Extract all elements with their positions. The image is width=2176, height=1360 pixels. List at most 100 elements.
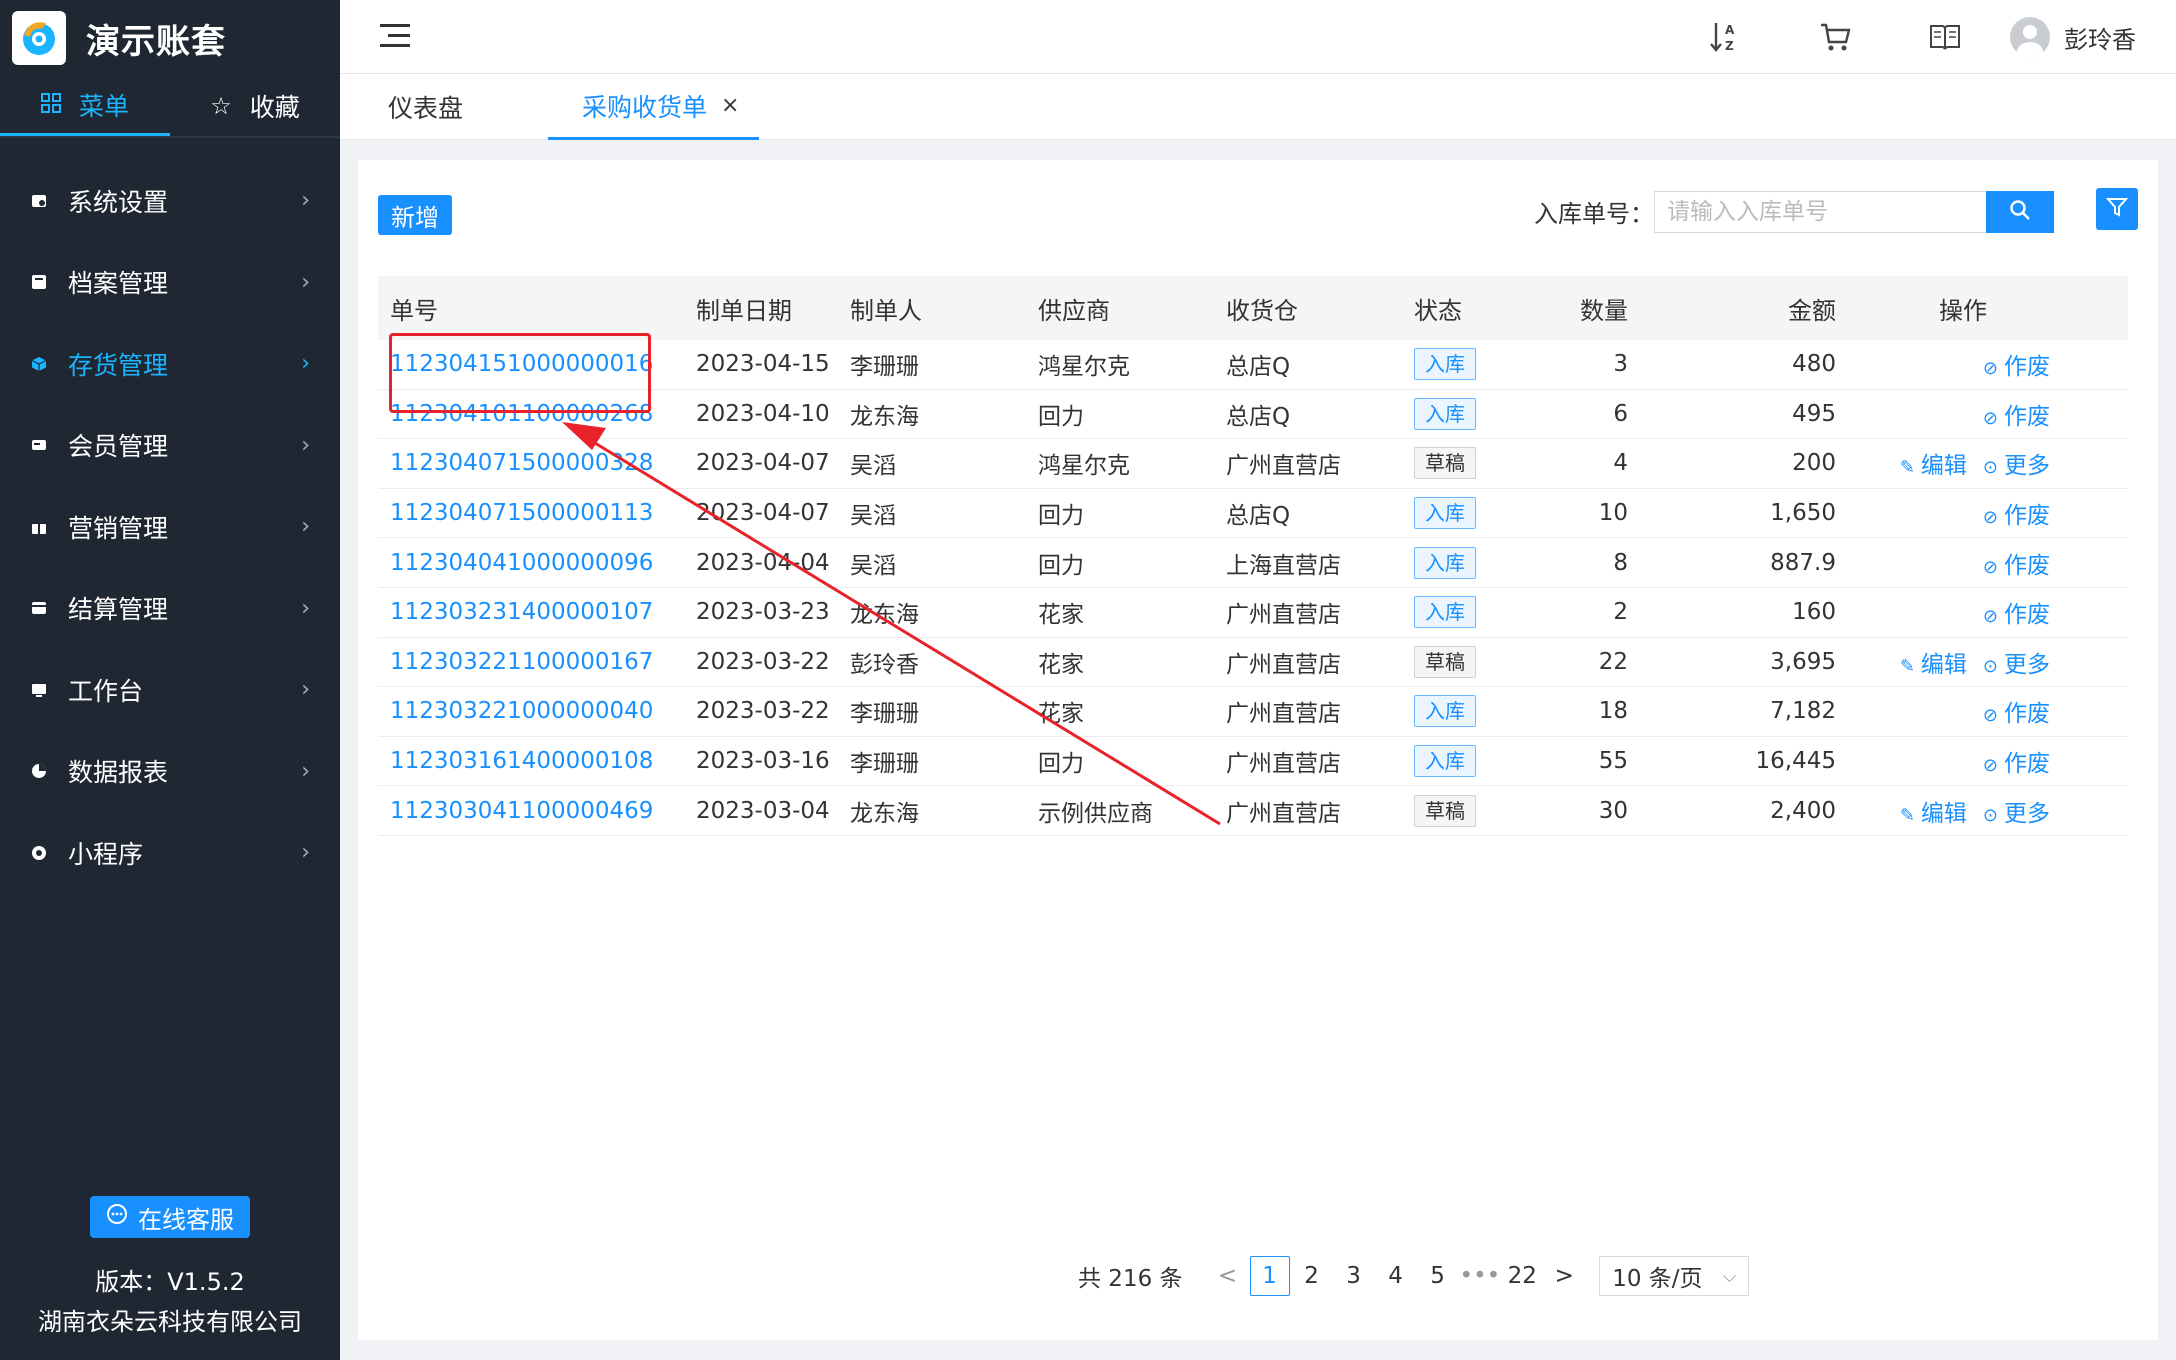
tab-favorites-label: 收藏: [249, 93, 300, 122]
void-icon: ⊘: [1982, 407, 1998, 429]
cell-warehouse: 广州直营店: [1226, 453, 1341, 480]
receipt-no-link[interactable]: 112303221000000040: [390, 698, 653, 724]
cell-date: 2023-04-10: [696, 400, 830, 427]
collapse-menu-icon[interactable]: [380, 24, 412, 52]
cell-supplier: 鸿星尔克: [1038, 354, 1130, 381]
cell-date: 2023-03-22: [696, 648, 830, 675]
void-button[interactable]: ⊘ 作废: [1983, 503, 2050, 529]
receipt-no-link[interactable]: 112303041100000469: [390, 798, 653, 824]
edit-button[interactable]: ✎ 编辑: [1900, 801, 1967, 827]
cell-qty: 6: [1613, 400, 1628, 427]
tab-menu[interactable]: 菜单: [0, 76, 170, 136]
action-label: 作废: [2004, 503, 2050, 530]
sidebar-item-archive[interactable]: 档案管理 ›: [0, 242, 340, 324]
column-header-amount: 金额: [1788, 296, 1836, 325]
receipt-no-link[interactable]: 112304071500000328: [390, 450, 653, 476]
prev-page-button[interactable]: <: [1208, 1256, 1248, 1296]
user-menu[interactable]: 彭玲香: [2010, 17, 2136, 57]
status-badge: 入库: [1414, 497, 1476, 530]
status-badge: 入库: [1414, 695, 1476, 728]
tab-purchase-receipt[interactable]: 采购收货单 ×: [548, 74, 760, 140]
cart-icon[interactable]: [1780, 0, 1890, 74]
chevron-right-icon: ›: [301, 840, 310, 866]
edit-icon: ✎: [1899, 804, 1915, 826]
void-button[interactable]: ⊘ 作废: [1983, 354, 2050, 380]
action-label: 作废: [2004, 552, 2050, 579]
page-size-select[interactable]: 10 条/页 ⌵: [1599, 1256, 1750, 1296]
online-service-button[interactable]: 在线客服: [90, 1196, 250, 1238]
void-button[interactable]: ⊘ 作废: [1983, 553, 2050, 579]
void-button[interactable]: ⊘ 作废: [1983, 701, 2050, 727]
annotation-highlight-box: [389, 333, 651, 413]
cell-amount: 887.9: [1770, 549, 1836, 576]
top-header: AZ 彭玲香: [340, 0, 2176, 74]
cell-supplier: 示例供应商: [1038, 800, 1153, 827]
brand-logo: [12, 11, 66, 65]
page-1[interactable]: 1: [1249, 1256, 1290, 1296]
add-button[interactable]: 新增: [378, 195, 452, 235]
cell-actions: ✎ 编辑 ⊙ 更多: [1836, 794, 2070, 828]
receipt-no-link[interactable]: 112303221100000167: [390, 649, 653, 675]
settings-icon: [30, 192, 48, 210]
cell-qty: 30: [1598, 797, 1628, 824]
sidebar-item-marketing[interactable]: 营销管理 ›: [0, 486, 340, 568]
search-icon: [2009, 199, 2031, 225]
book-icon[interactable]: [1890, 0, 2000, 74]
edit-button[interactable]: ✎ 编辑: [1900, 453, 1967, 479]
sort-az-icon[interactable]: AZ: [1670, 0, 1780, 74]
receipt-no-link[interactable]: 112303161400000108: [390, 748, 653, 774]
cube-icon: [30, 355, 48, 373]
sidebar-item-label: 数据报表: [68, 758, 169, 788]
void-button[interactable]: ⊘ 作废: [1983, 404, 2050, 430]
cell-qty: 3: [1613, 351, 1628, 378]
sidebar-menu: 系统设置 › 档案管理 › 存货管理 › 会员管理 › 营销管理 › 结算管理 …: [0, 160, 340, 894]
next-page-button[interactable]: >: [1544, 1256, 1584, 1296]
void-icon: ⊘: [1982, 606, 1998, 628]
sidebar-item-reports[interactable]: 数据报表 ›: [0, 731, 340, 813]
receipt-no-search-input[interactable]: [1654, 191, 2000, 233]
cell-qty: 10: [1598, 500, 1628, 527]
search-button[interactable]: [1986, 191, 2054, 233]
sidebar-item-system-settings[interactable]: 系统设置 ›: [0, 160, 340, 242]
sidebar-item-settlement[interactable]: 结算管理 ›: [0, 568, 340, 650]
pagination: 共 216 条 < 1 2 3 4 5 ••• 22 > 10 条/页 ⌵: [1078, 1256, 1750, 1296]
more-button[interactable]: ⊙ 更多: [1983, 801, 2050, 827]
void-button[interactable]: ⊘ 作废: [1983, 602, 2050, 628]
void-button[interactable]: ⊘ 作废: [1983, 751, 2050, 777]
company-name: 湖南衣朵云科技有限公司: [38, 1308, 302, 1336]
cell-maker: 吴滔: [850, 453, 896, 480]
page-4[interactable]: 4: [1376, 1256, 1416, 1296]
page-22[interactable]: 22: [1502, 1256, 1542, 1296]
tab-dashboard-label: 仪表盘: [388, 94, 464, 123]
more-button[interactable]: ⊙ 更多: [1983, 652, 2050, 678]
receipt-no-link[interactable]: 112304071500000113: [390, 500, 653, 526]
receipt-no-link[interactable]: 112304041000000096: [390, 550, 653, 576]
sidebar-item-inventory[interactable]: 存货管理 ›: [0, 323, 340, 405]
page-ellipsis[interactable]: •••: [1460, 1256, 1501, 1296]
table-body: 112304151000000016 2023-04-15 李珊珊 鸿星尔克 总店Q 入库…: [378, 340, 2128, 836]
sidebar-item-workbench[interactable]: 工作台 ›: [0, 649, 340, 731]
receipt-no-link[interactable]: 112303231400000107: [390, 599, 653, 625]
page-3[interactable]: 3: [1334, 1256, 1374, 1296]
cell-actions: ⊘ 作废: [1836, 397, 2070, 431]
cell-qty: 22: [1598, 648, 1628, 675]
tab-dashboard[interactable]: 仪表盘: [388, 74, 463, 140]
more-button[interactable]: ⊙ 更多: [1983, 453, 2050, 479]
more-icon: ⊙: [1982, 804, 1998, 826]
cell-maker: 李珊珊: [850, 701, 919, 728]
edit-icon: ✎: [1899, 457, 1915, 479]
edit-button[interactable]: ✎ 编辑: [1900, 652, 1967, 678]
page-5[interactable]: 5: [1418, 1256, 1458, 1296]
cell-warehouse: 上海直营店: [1226, 552, 1341, 579]
column-header-maker: 制单人: [850, 296, 922, 325]
sidebar-item-mini-program[interactable]: 小程序 ›: [0, 812, 340, 894]
tab-favorites[interactable]: ☆ 收藏: [170, 76, 340, 136]
sidebar: 演示账套 菜单 ☆ 收藏 系统设置 › 档案管理 › 存货管理 › 会员管理 ›…: [0, 0, 340, 1360]
column-header-warehouse: 收货仓: [1226, 296, 1298, 325]
page-2[interactable]: 2: [1292, 1256, 1332, 1296]
filter-button[interactable]: [2096, 188, 2138, 230]
close-icon[interactable]: ×: [721, 93, 739, 118]
chevron-right-icon: ›: [301, 269, 310, 295]
status-badge: 入库: [1414, 596, 1476, 629]
sidebar-item-members[interactable]: 会员管理 ›: [0, 405, 340, 487]
